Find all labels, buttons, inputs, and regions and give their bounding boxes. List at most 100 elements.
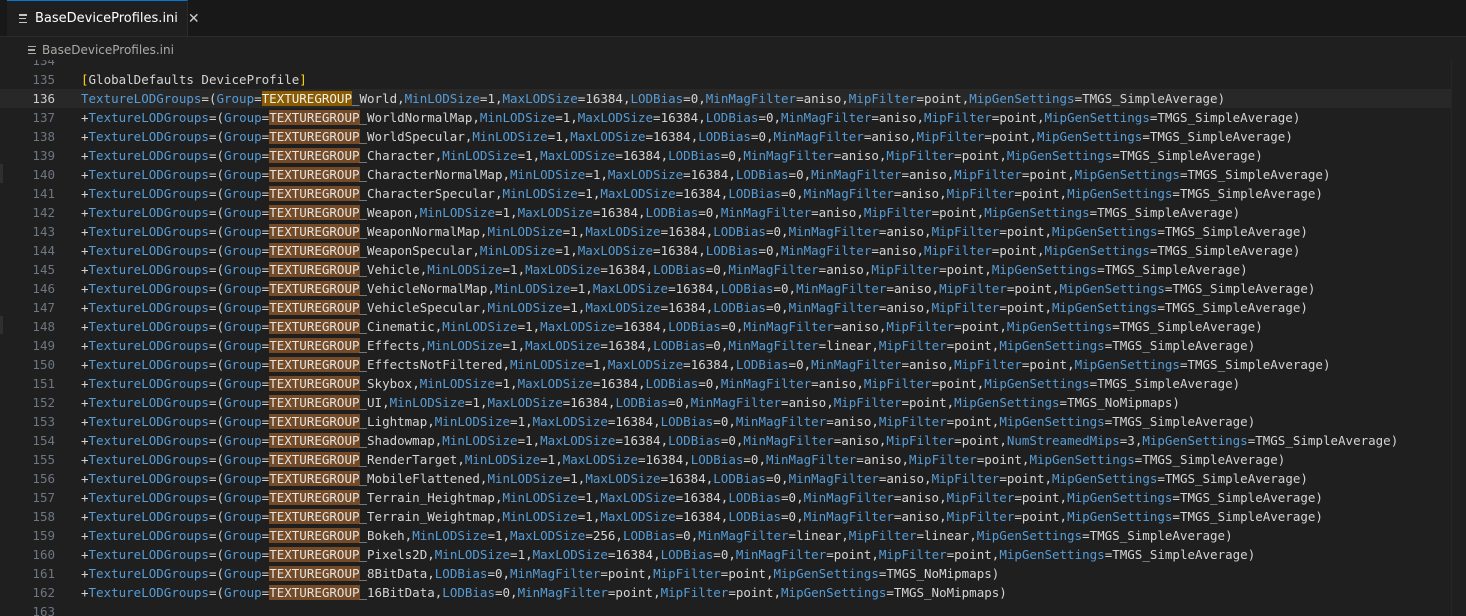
param-value: point [1006, 471, 1045, 486]
equals-sign: = [856, 452, 864, 467]
tab-basedeviceprofiles[interactable]: BaseDeviceProfiles.ini ✕ [7, 0, 200, 36]
param-key: MinLODSize [502, 490, 578, 505]
param-value: TMGS_SimpleAverage [1187, 357, 1323, 372]
search-match-highlight: TEXTUREGROUP [269, 452, 360, 467]
param-value: 16384 [607, 262, 646, 277]
equals-sign: = [600, 566, 608, 581]
plus-sign: + [81, 414, 89, 429]
code-line[interactable]: 136 TextureLODGroups=(Group=TEXTUREGROUP_… [0, 89, 1466, 108]
line-number: 157 [32, 490, 55, 505]
param-key: MinMagFilter [796, 281, 887, 296]
group-suffix: _WorldSpecular [359, 129, 465, 144]
breadcrumb-file[interactable]: BaseDeviceProfiles.ini [42, 43, 174, 57]
equals-paren: =( [208, 281, 225, 296]
breadcrumb[interactable]: BaseDeviceProfiles.ini [28, 40, 174, 60]
param-key: MipGenSettings [991, 262, 1098, 277]
code-line[interactable]: 157 +TextureLODGroups=(Group = TEXTUREGROUP… [0, 488, 1466, 507]
code-line[interactable]: 144 +TextureLODGroups=(Group = TEXTUREGROUP… [0, 241, 1466, 260]
code-line[interactable]: 152 +TextureLODGroups=(Group = TEXTUREGROUP… [0, 393, 1466, 412]
search-match-highlight: TEXTUREGROUP [269, 471, 360, 486]
param-value: 1 [517, 547, 526, 562]
comma: , [600, 357, 608, 372]
param-value: 1 [525, 319, 533, 334]
close-paren: ) [1232, 205, 1241, 220]
param-key: MipGenSettings [1006, 148, 1113, 163]
comma: , [1044, 300, 1053, 315]
code-line[interactable]: 150 +TextureLODGroups=(Group = TEXTUREGROUP… [0, 355, 1466, 374]
param-value: aniso [841, 433, 879, 448]
code-line[interactable]: 139 +TextureLODGroups=(Group = TEXTUREGROUP… [0, 146, 1466, 165]
close-paren: ) [1390, 433, 1399, 448]
param-key: MinMagFilter [773, 129, 864, 144]
close-paren: ) [991, 566, 1000, 581]
code-line[interactable]: 162 +TextureLODGroups=(Group = TEXTUREGROUP… [0, 583, 1466, 602]
code-line[interactable]: 148 +TextureLODGroups=(Group = TEXTUREGROUP… [0, 317, 1466, 336]
close-icon[interactable]: ✕ [188, 11, 200, 27]
comma: , [781, 300, 789, 315]
equals-sign: = [517, 148, 526, 163]
line-code: +TextureLODGroups=(Group = TEXTUREGROUP_Ve… [81, 298, 1308, 317]
code-line[interactable]: 141 +TextureLODGroups=(Group = TEXTUREGROUP… [0, 184, 1466, 203]
search-match-highlight: TEXTUREGROUP [269, 395, 360, 410]
comma: , [494, 490, 503, 505]
plus-sign: + [81, 205, 89, 220]
group-suffix: _Effects [359, 338, 420, 353]
line-number: 146 [32, 281, 55, 296]
code-line[interactable]: 142 +TextureLODGroups=(Group = TEXTUREGROUP… [0, 203, 1466, 222]
vertical-scrollbar[interactable] [1451, 60, 1466, 616]
equals-paren: =( [208, 243, 225, 258]
equals-sign: = [645, 129, 654, 144]
comma: , [510, 585, 518, 600]
param-value: TMGS_SimpleAverage [1149, 129, 1286, 144]
param-value: 1 [494, 528, 503, 543]
code-line[interactable]: 163 [0, 602, 1466, 616]
code-line[interactable]: 145 +TextureLODGroups=(Group = TEXTUREGROUP… [0, 260, 1466, 279]
param-key: MinLODSize [472, 129, 548, 144]
line-number: 142 [32, 205, 55, 220]
code-line[interactable]: 153 +TextureLODGroups=(Group = TEXTUREGROUP… [0, 412, 1466, 431]
line-code: +TextureLODGroups=(Group = TEXTUREGROUP_Mo… [81, 469, 1308, 488]
code-line[interactable]: 146 +TextureLODGroups=(Group = TEXTUREGROUP… [0, 279, 1466, 298]
lod-key: TextureLODGroups [88, 547, 209, 562]
param-key: LODBias [615, 395, 669, 410]
code-line[interactable]: 159 +TextureLODGroups=(Group = TEXTUREGROUP… [0, 526, 1466, 545]
code-line[interactable]: 151 +TextureLODGroups=(Group = TEXTUREGROUP… [0, 374, 1466, 393]
equals-sign: = [713, 547, 721, 562]
equals-sign: = [660, 471, 669, 486]
code-line[interactable]: 161 +TextureLODGroups=(Group = TEXTUREGROUP… [0, 564, 1466, 583]
section-bracket: ] [299, 72, 307, 87]
code-line[interactable]: 135 [GlobalDefaults DeviceProfile] [0, 70, 1466, 89]
param-key: LODBias [690, 452, 744, 467]
param-key: MipGenSettings [1142, 433, 1248, 448]
code-line[interactable]: 137 +TextureLODGroups=(Group = TEXTUREGROUP… [0, 108, 1466, 127]
param-key: MinLODSize [419, 376, 495, 391]
code-line[interactable]: 156 +TextureLODGroups=(Group = TEXTUREGROUP… [0, 469, 1466, 488]
code-line[interactable]: 154 +TextureLODGroups=(Group = TEXTUREGROUP… [0, 431, 1466, 450]
code-line[interactable]: 138 +TextureLODGroups=(Group = TEXTUREGROUP… [0, 127, 1466, 146]
code-line[interactable]: 143 +TextureLODGroups=(Group = TEXTUREGROUP… [0, 222, 1466, 241]
code-line[interactable]: 160 +TextureLODGroups=(Group = TEXTUREGROUP… [0, 545, 1466, 564]
comma: , [457, 452, 465, 467]
code-line[interactable]: 140 +TextureLODGroups=(Group = TEXTUREGROUP… [0, 165, 1466, 184]
param-key: MaxLODSize [607, 167, 684, 182]
code-line[interactable]: 158 +TextureLODGroups=(Group = TEXTUREGROUP… [0, 507, 1466, 526]
line-number: 140 [32, 167, 55, 182]
equals-sign: = [683, 357, 691, 372]
plus-sign: + [81, 186, 89, 201]
comma: , [653, 585, 661, 600]
param-key: MipFilter [946, 490, 1015, 505]
close-paren: ) [1300, 224, 1308, 239]
close-paren: ) [1315, 490, 1323, 505]
code-line[interactable]: 149 +TextureLODGroups=(Group = TEXTUREGROUP… [0, 336, 1466, 355]
param-value: 0 [796, 357, 804, 372]
line-number: 151 [32, 376, 55, 391]
equals-sign: = [1014, 509, 1022, 524]
code-line[interactable]: 147 +TextureLODGroups=(Group = TEXTUREGROUP… [0, 298, 1466, 317]
code-line[interactable]: 134 [0, 60, 1466, 70]
comma: , [1067, 357, 1075, 372]
code-line[interactable]: 155 +TextureLODGroups=(Group = TEXTUREGROUP… [0, 450, 1466, 469]
comma: , [728, 357, 736, 372]
param-key: LODBias [735, 167, 789, 182]
group-key: Group [224, 585, 262, 600]
code-editor[interactable]: 134 135 [GlobalDefaults DeviceProfile] 136 T… [0, 60, 1466, 616]
